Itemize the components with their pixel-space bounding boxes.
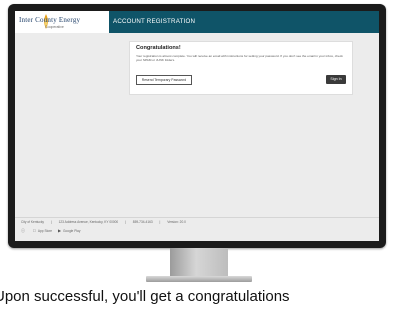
monitor-stand-base — [146, 276, 252, 282]
footer-separator: | — [50, 220, 52, 224]
app-store-link[interactable]: App Store — [33, 228, 52, 233]
monitor-stand-neck — [170, 248, 228, 276]
google-play-label: Google Play — [60, 229, 80, 233]
footer-address: 123 Address Avenue, Kentucky, KY 00000 — [58, 220, 119, 224]
logo-subtext: Cooperative — [45, 25, 64, 29]
card-message: Your registration is almost complete. Yo… — [136, 54, 343, 63]
top-bar: Inter County Energy Cooperative ACCOUNT … — [15, 11, 379, 33]
screen: Inter County Energy Cooperative ACCOUNT … — [15, 11, 379, 241]
footer-links: City of Kentucky | 123 Address Avenue, K… — [21, 220, 192, 224]
apple-icon:  — [33, 228, 36, 233]
play-icon: ▶ — [54, 228, 61, 233]
resend-password-button[interactable]: Resend Temporary Password — [136, 75, 192, 85]
footer-phone[interactable]: 859-734-4163 — [133, 220, 153, 224]
sign-in-button[interactable]: Sign In — [326, 75, 346, 84]
footer-link-city[interactable]: City of Kentucky — [21, 220, 44, 224]
confirmation-card: Congratulations! Your registration is al… — [129, 41, 353, 95]
footer-apps: ⓘ App Store ▶Google Play — [21, 228, 85, 234]
footer-version: Version: 20.0 — [167, 220, 186, 224]
card-heading: Congratulations! — [136, 45, 181, 51]
footer-separator: | — [125, 220, 126, 224]
logo-text: Inter County Energy — [19, 16, 81, 24]
info-icon: ⓘ — [21, 228, 25, 233]
app-store-label: App Store — [34, 229, 52, 233]
google-play-link[interactable]: ▶ Google Play — [54, 228, 80, 233]
monitor-frame: Inter County Energy Cooperative ACCOUNT … — [8, 4, 386, 248]
logo[interactable]: Inter County Energy Cooperative — [15, 11, 109, 33]
page-title: ACCOUNT REGISTRATION — [113, 18, 196, 25]
footer-divider — [15, 217, 379, 218]
info-link[interactable]: ⓘ — [21, 228, 27, 233]
caption-text: Upon successful, you'll get a congratula… — [0, 288, 290, 305]
footer-separator: | — [159, 220, 161, 224]
